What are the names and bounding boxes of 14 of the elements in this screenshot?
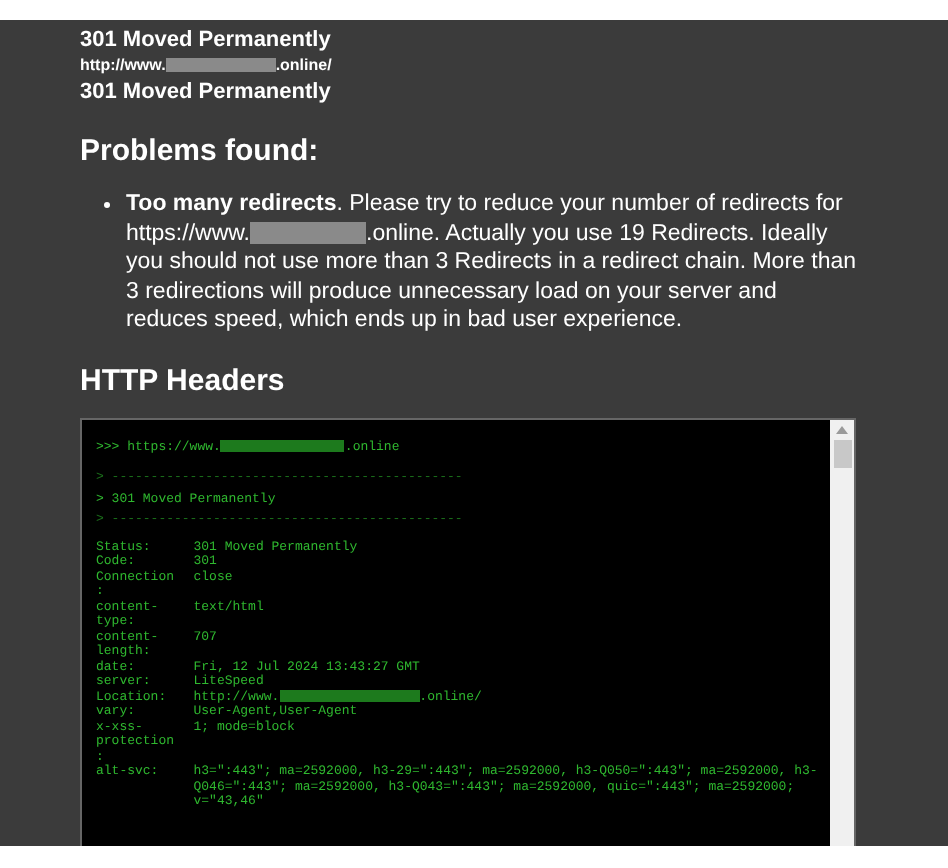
redaction-blur: [220, 439, 345, 452]
status-heading: 301 Moved Permanently: [80, 26, 333, 54]
redaction-blur: [279, 689, 420, 702]
status-heading: 301 Moved Permanently: [80, 78, 333, 106]
scrollbar[interactable]: [830, 419, 854, 846]
scroll-up-icon[interactable]: [836, 425, 848, 433]
redaction-blur: [165, 58, 276, 73]
problem-text: Too many redirects. Please try to reduce your number of redirects for https://www. .online. Actually you use 19 Redirects. Ideally you should not use more than 3 Redirects in a redirect chain. More than 3 redirections will produce unnecessary load on your server and reduces speed, which ends up in bad user experience.: [126, 190, 856, 335]
section-heading: Problems found:: [80, 134, 321, 170]
scroll-thumb[interactable]: [833, 439, 851, 467]
redaction-blur: [250, 222, 366, 244]
section-heading: HTTP Headers: [80, 363, 287, 399]
redirect-url: http://www. .online/: [80, 54, 334, 78]
bullet-icon: [104, 202, 110, 208]
